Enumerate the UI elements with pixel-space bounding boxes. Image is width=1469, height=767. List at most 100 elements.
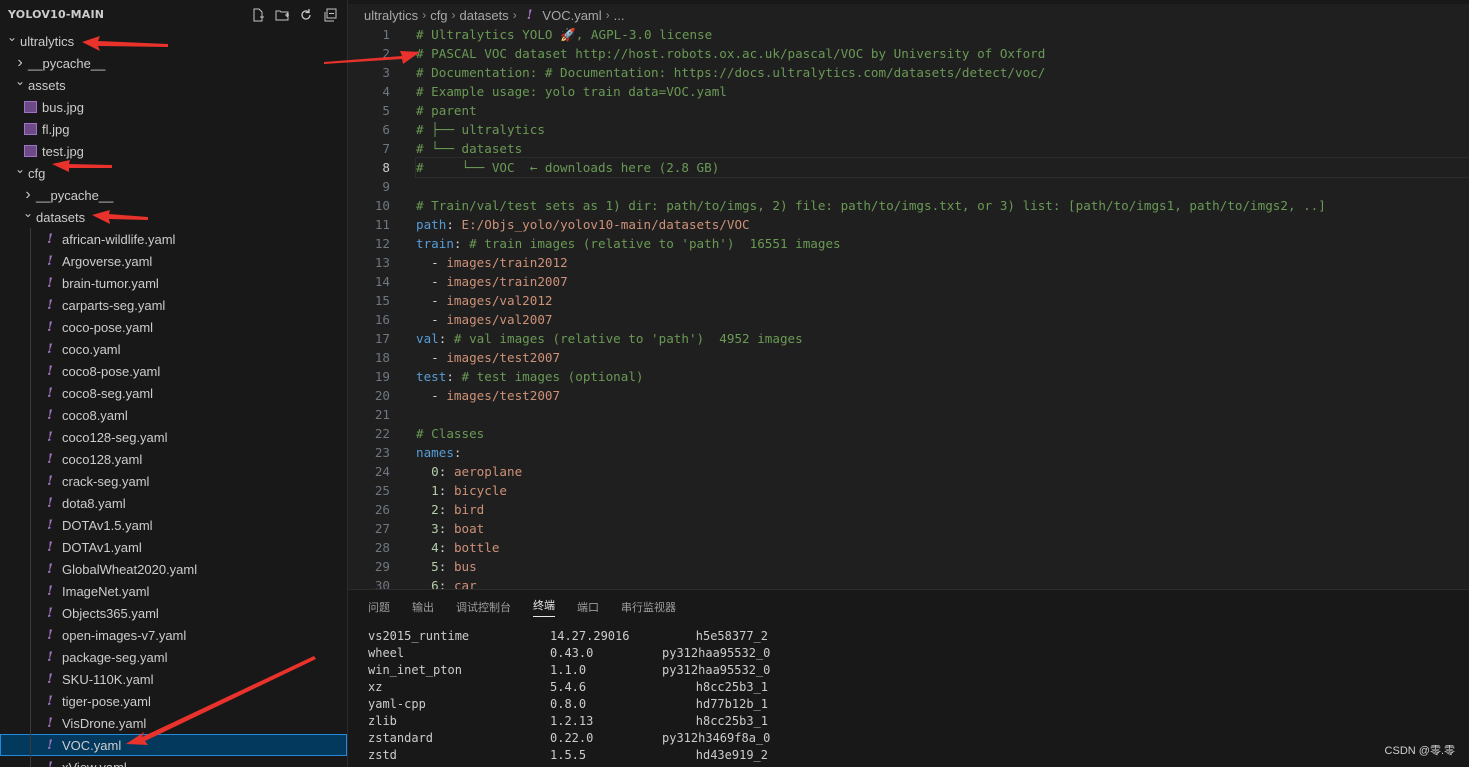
tree-item[interactable]: › __pycache__: [0, 184, 347, 206]
tree-item[interactable]: ! ImageNet.yaml: [0, 580, 347, 602]
tree-item[interactable]: ! coco128-seg.yaml: [0, 426, 347, 448]
breadcrumb-item[interactable]: cfg: [430, 8, 447, 23]
tree-item-label: GlobalWheat2020.yaml: [62, 561, 198, 577]
code-line[interactable]: 24 0: aeroplane: [348, 462, 1469, 481]
tree-item[interactable]: ! VisDrone.yaml: [0, 712, 347, 734]
code-area[interactable]: 1 # Ultralytics YOLO 🚀, AGPL-3.0 license 2…: [348, 25, 1469, 589]
tree-item[interactable]: ! tiger-pose.yaml: [0, 690, 347, 712]
code-line[interactable]: 14 - images/train2007: [348, 272, 1469, 291]
code-line[interactable]: 4 # Example usage: yolo train data=VOC.ya…: [348, 82, 1469, 101]
code-line[interactable]: 25 1: bicycle: [348, 481, 1469, 500]
code-line[interactable]: 15 - images/val2012: [348, 291, 1469, 310]
tree-item[interactable]: ! VOC.yaml: [0, 734, 347, 756]
code-token: -: [416, 312, 447, 327]
chevron-down-icon[interactable]: ⌄: [4, 30, 20, 44]
code-line[interactable]: 16 - images/val2007: [348, 310, 1469, 329]
tree-item[interactable]: ! dota8.yaml: [0, 492, 347, 514]
chevron-right-icon[interactable]: ›: [20, 186, 36, 204]
collapse-all-icon[interactable]: [321, 6, 339, 24]
chevron-down-icon[interactable]: ⌄: [12, 74, 28, 88]
tree-item[interactable]: test.jpg: [0, 140, 347, 162]
panel-tab[interactable]: 问题: [368, 599, 390, 615]
code-line[interactable]: 23 names:: [348, 443, 1469, 462]
tree-item[interactable]: ! SKU-110K.yaml: [0, 668, 347, 690]
breadcrumb-item[interactable]: ...: [614, 8, 625, 23]
code-token: aeroplane: [453, 464, 523, 479]
tree-item[interactable]: ⌄ datasets: [0, 206, 347, 228]
chevron-down-icon[interactable]: ⌄: [20, 206, 36, 220]
panel-tab[interactable]: 输出: [412, 599, 434, 615]
code-line[interactable]: 30 6: car: [348, 576, 1469, 589]
code-line[interactable]: 1 # Ultralytics YOLO 🚀, AGPL-3.0 license: [348, 25, 1469, 44]
tree-item[interactable]: ! DOTAv1.yaml: [0, 536, 347, 558]
tree-item[interactable]: ! coco128.yaml: [0, 448, 347, 470]
code-line[interactable]: 29 5: bus: [348, 557, 1469, 576]
code-line[interactable]: 2 # PASCAL VOC dataset http://host.robots…: [348, 44, 1469, 63]
code-line[interactable]: 21: [348, 405, 1469, 424]
tree-item[interactable]: ! open-images-v7.yaml: [0, 624, 347, 646]
panel-tab[interactable]: 终端: [533, 597, 555, 617]
yaml-file-icon: !: [47, 737, 53, 753]
line-text: # └── datasets: [416, 139, 522, 158]
breadcrumb-item[interactable]: ultralytics: [364, 8, 418, 23]
panel-tab[interactable]: 调试控制台: [456, 599, 511, 615]
code-line[interactable]: 6 # ├── ultralytics: [348, 120, 1469, 139]
code-line[interactable]: 28 4: bottle: [348, 538, 1469, 557]
tree-item[interactable]: ! package-seg.yaml: [0, 646, 347, 668]
code-line[interactable]: 3 # Documentation: # Documentation: https…: [348, 63, 1469, 82]
panel-tab[interactable]: 串行监视器: [621, 599, 676, 615]
tree-item[interactable]: ! crack-seg.yaml: [0, 470, 347, 492]
code-line[interactable]: 27 3: boat: [348, 519, 1469, 538]
new-folder-icon[interactable]: [273, 6, 291, 24]
code-line[interactable]: 20 - images/test2007: [348, 386, 1469, 405]
tree-item[interactable]: ! Objects365.yaml: [0, 602, 347, 624]
tree-item[interactable]: ! carparts-seg.yaml: [0, 294, 347, 316]
tree-item[interactable]: ⌄ assets: [0, 74, 347, 96]
code-line[interactable]: 8 # └── VOC ← downloads here (2.8 GB): [348, 157, 1469, 178]
tree-item[interactable]: › __pycache__: [0, 52, 347, 74]
new-file-icon[interactable]: [249, 6, 267, 24]
tree-item[interactable]: ! coco8-seg.yaml: [0, 382, 347, 404]
tree-item[interactable]: ! xView.yaml: [0, 756, 347, 767]
code-line[interactable]: 17 val: # val images (relative to 'path')…: [348, 329, 1469, 348]
tree-item[interactable]: ! coco8-pose.yaml: [0, 360, 347, 382]
code-line[interactable]: 13 - images/train2012: [348, 253, 1469, 272]
code-line[interactable]: 5 # parent: [348, 101, 1469, 120]
chevron-right-icon[interactable]: ›: [12, 54, 28, 72]
terminal-cell: 0.22.0: [550, 731, 594, 745]
tree-item[interactable]: ! coco-pose.yaml: [0, 316, 347, 338]
yaml-file-icon: !: [47, 561, 53, 577]
code-line[interactable]: 18 - images/test2007: [348, 348, 1469, 367]
tree-item[interactable]: bus.jpg: [0, 96, 347, 118]
code-line[interactable]: 9: [348, 177, 1469, 196]
tree-item[interactable]: ! Argoverse.yaml: [0, 250, 347, 272]
tree-item[interactable]: ! DOTAv1.5.yaml: [0, 514, 347, 536]
tree-item-label: coco-pose.yaml: [62, 319, 154, 335]
breadcrumb-item[interactable]: datasets: [460, 8, 509, 23]
code-line[interactable]: 7 # └── datasets: [348, 139, 1469, 158]
line-text: # Documentation: # Documentation: https:…: [416, 63, 1045, 82]
panel-tab[interactable]: 端口: [577, 599, 599, 615]
code-line[interactable]: 22 # Classes: [348, 424, 1469, 443]
yaml-file-icon: !: [47, 385, 53, 401]
code-line[interactable]: 10 # Train/val/test sets as 1) dir: path/…: [348, 196, 1469, 215]
tree-item[interactable]: ! african-wildlife.yaml: [0, 228, 347, 250]
code-line[interactable]: 11 path: E:/Objs_yolo/yolov10-main/datase…: [348, 215, 1469, 234]
breadcrumb-item[interactable]: VOC.yaml: [542, 8, 601, 23]
terminal-output[interactable]: vs2015_runtime 14.27.29016 h5e58377_2 wheel…: [368, 628, 770, 764]
tree-item[interactable]: fl.jpg: [0, 118, 347, 140]
tree-item[interactable]: ⌄ ultralytics: [0, 30, 347, 52]
refresh-icon[interactable]: [297, 6, 315, 24]
code-line[interactable]: 19 test: # test images (optional): [348, 367, 1469, 386]
chevron-down-icon[interactable]: ⌄: [12, 162, 28, 176]
tree-item[interactable]: ! brain-tumor.yaml: [0, 272, 347, 294]
tree-item[interactable]: ! coco8.yaml: [0, 404, 347, 426]
line-text: # Classes: [416, 424, 484, 443]
terminal-cell: 0.8.0: [550, 697, 587, 711]
tree-item[interactable]: ⌄ cfg: [0, 162, 347, 184]
code-line[interactable]: 12 train: # train images (relative to 'pa…: [348, 234, 1469, 253]
tree-item[interactable]: ! coco.yaml: [0, 338, 347, 360]
tree-item[interactable]: ! GlobalWheat2020.yaml: [0, 558, 347, 580]
code-line[interactable]: 26 2: bird: [348, 500, 1469, 519]
code-token: :: [438, 559, 454, 574]
